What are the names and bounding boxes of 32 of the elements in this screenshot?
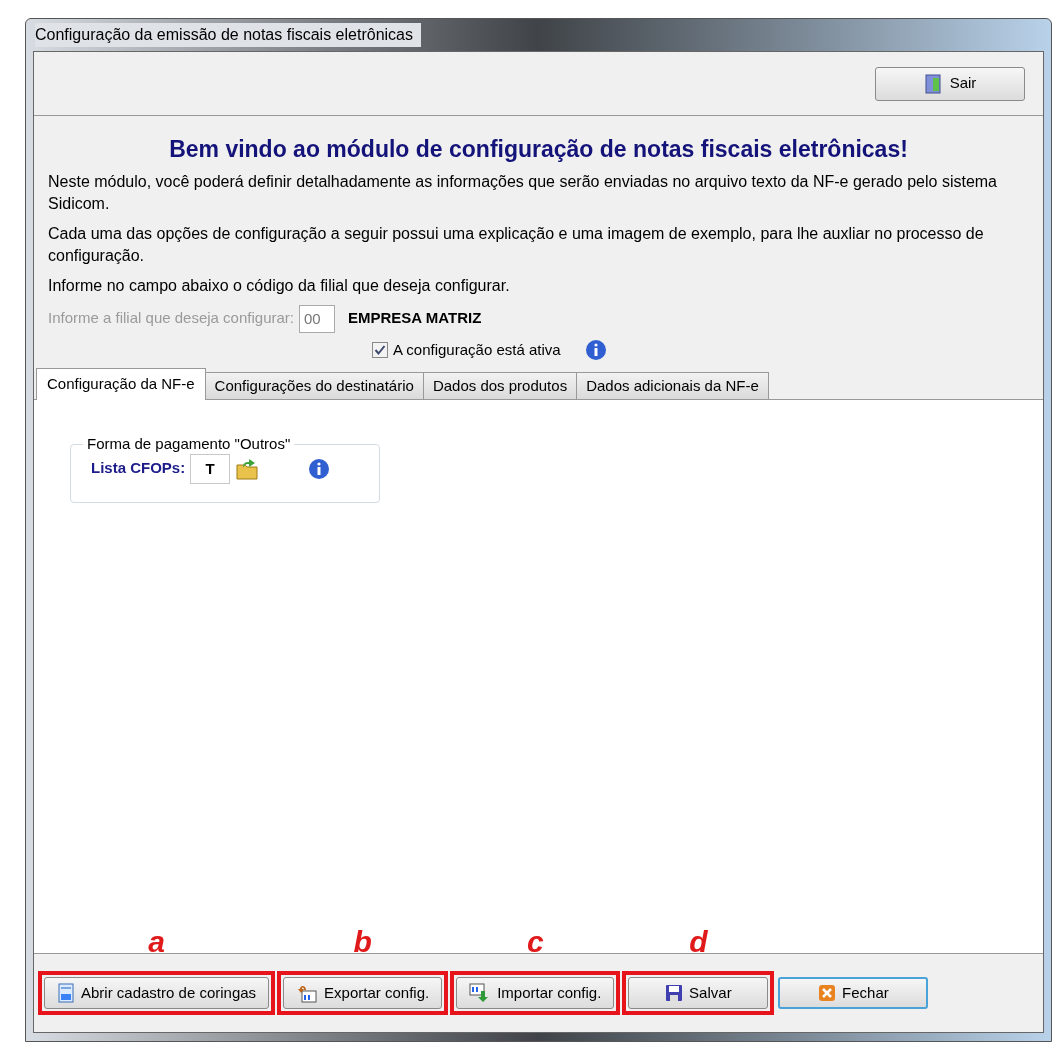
export-icon	[296, 983, 319, 1003]
cfop-list-label: Lista CFOPs:	[91, 458, 186, 479]
description-text: Neste módulo, você poderá definir detalhadamente as informações que serão enviadas no arquivo texto da NF-e gerado pelo sistema Sidicom.	[48, 171, 998, 214]
active-checkbox-label: A configuração está ativa	[393, 339, 561, 360]
import-button[interactable]: Importar config.	[456, 977, 615, 1009]
wildcards-button[interactable]: Abrir cadastro de coringas	[44, 977, 270, 1009]
group-title: Forma de pagamento "Outros"	[86, 434, 292, 454]
window-title: Configuração da emissão de notas fiscais eletrônicas	[35, 23, 421, 47]
document-icon	[57, 983, 75, 1003]
close-button[interactable]: Fechar	[778, 977, 929, 1009]
door-icon	[923, 73, 942, 94]
cfop-list-field[interactable]: T	[190, 453, 231, 484]
tab[interactable]: Dados adicionais da NF-e	[576, 372, 769, 399]
description-text: Cada uma das opções de configuração a seguir possui uma explicação e uma imagem de exemplo, para lhe auxliar no processo de configuração.	[48, 223, 985, 266]
exit-button[interactable]: Sair	[875, 66, 1025, 101]
info-icon[interactable]	[308, 457, 331, 480]
tab[interactable]: Configuração da NF-e	[36, 368, 206, 400]
annotation-letter: a	[147, 924, 166, 960]
close-icon	[818, 984, 837, 1002]
active-checkbox[interactable]	[372, 341, 388, 358]
annotation-letter: b	[352, 924, 373, 960]
tab[interactable]: Configurações do destinatário	[204, 372, 424, 399]
welcome-heading: Bem vindo ao módulo de configuração de notas fiscais eletrônicas!	[168, 135, 909, 164]
annotation-letter: d	[688, 924, 709, 960]
description-text: Informe no campo abaixo o código da filial que deseja configurar.	[48, 275, 511, 296]
branch-name: EMPRESA MATRIZ	[348, 308, 482, 329]
save-button[interactable]: Salvar	[628, 977, 769, 1009]
annotation-letter: c	[525, 924, 545, 960]
info-icon[interactable]	[584, 338, 607, 361]
branch-label: Informe a filial que deseja configurar:	[48, 308, 294, 329]
export-button[interactable]: Exportar config.	[283, 977, 443, 1009]
tab[interactable]: Dados dos produtos	[422, 372, 578, 399]
